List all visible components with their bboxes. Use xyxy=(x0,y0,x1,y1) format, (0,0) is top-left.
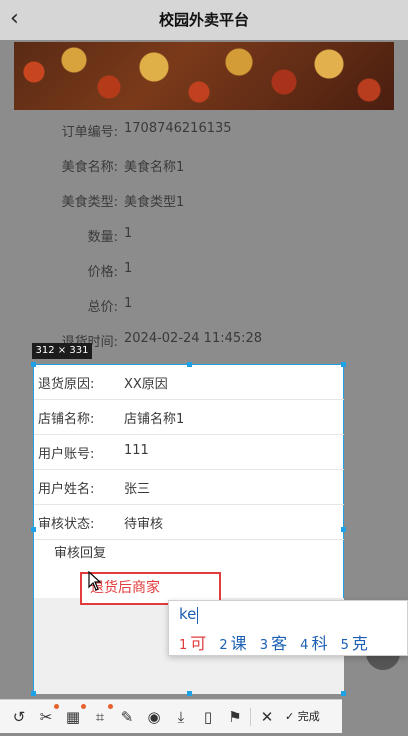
field-value: 美食类型1 xyxy=(124,195,185,210)
resize-handle[interactable] xyxy=(31,691,36,696)
detail-row: 美食名称: 美食名称1 xyxy=(14,148,394,183)
ime-candidates: 1可 2课 3客 4科 5克 xyxy=(179,630,376,654)
field-label: 总价: xyxy=(87,300,118,315)
field-label: 店铺名称: xyxy=(38,412,95,427)
field-value: 1 xyxy=(124,296,133,311)
field-value: 待审核 xyxy=(124,517,164,532)
detail-row: 总价: 1 xyxy=(14,288,394,323)
field-label: 美食名称: xyxy=(61,160,118,175)
food-image xyxy=(14,42,394,110)
detail-row: 美食类型: 美食类型1 xyxy=(14,183,394,218)
field-value: 店铺名称1 xyxy=(124,412,185,427)
bookmark-icon[interactable]: ⚑ xyxy=(224,706,246,728)
field-label: 用户账号: xyxy=(38,447,95,462)
field-value: 2024-02-24 11:45:28 xyxy=(124,331,263,346)
crop-icon[interactable]: ⌗ xyxy=(89,704,113,728)
nav-bar: ‹ 校园外卖平台 xyxy=(0,0,408,40)
toolbar-divider xyxy=(250,708,251,726)
ime-candidate[interactable]: 5克 xyxy=(341,630,368,654)
ocr-icon[interactable]: ▦ xyxy=(62,704,86,728)
field-value: XX原因 xyxy=(124,377,168,392)
resize-handle[interactable] xyxy=(341,691,346,696)
detail-row: 用户姓名: 张三 xyxy=(34,470,344,505)
field-label: 数量: xyxy=(87,230,118,245)
ime-candidate[interactable]: 1可 xyxy=(179,630,206,654)
download-icon[interactable]: ⤓ xyxy=(170,706,192,728)
field-value: 111 xyxy=(124,443,149,458)
review-reply-label: 审核回复 xyxy=(54,546,107,561)
detail-row: 价格: 1 xyxy=(14,253,394,288)
selection-size-label: 312 × 331 xyxy=(32,343,92,359)
field-label: 审核状态: xyxy=(38,517,95,532)
detail-row: 退货原因: XX原因 xyxy=(34,365,344,400)
done-button[interactable]: ✓ 完成 xyxy=(285,706,320,728)
text-caret xyxy=(197,607,198,624)
ime-candidate[interactable]: 2课 xyxy=(219,630,246,654)
close-icon[interactable]: ✕ xyxy=(256,706,278,728)
detail-row: 数量: 1 xyxy=(14,218,394,253)
page-title: 校园外卖平台 xyxy=(158,11,249,29)
resize-handle[interactable] xyxy=(341,362,346,367)
detail-row: 店铺名称: 店铺名称1 xyxy=(34,400,344,435)
phone-icon[interactable]: ▯ xyxy=(197,706,219,728)
record-icon[interactable]: ◉ xyxy=(143,706,165,728)
field-value: 1 xyxy=(124,226,133,241)
ime-candidate[interactable]: 3客 xyxy=(260,630,287,654)
scissors-icon[interactable]: ✂ xyxy=(35,704,59,728)
check-icon: ✓ xyxy=(285,710,295,723)
ime-composition: ke xyxy=(179,605,197,623)
field-value: 1708746216135 xyxy=(124,121,232,136)
resize-handle[interactable] xyxy=(187,362,192,367)
field-value: 张三 xyxy=(124,482,151,497)
ime-candidate-window: ke 1可 2课 3客 4科 5克 xyxy=(168,600,408,656)
ime-candidate[interactable]: 4科 xyxy=(300,630,327,654)
resize-handle[interactable] xyxy=(31,527,36,532)
resize-handle[interactable] xyxy=(187,691,192,696)
resize-handle[interactable] xyxy=(341,527,346,532)
detail-row: 用户账号: 111 xyxy=(34,435,344,470)
mouse-cursor-icon xyxy=(88,571,102,591)
detail-row: 审核状态: 待审核 xyxy=(34,505,344,540)
resize-handle[interactable] xyxy=(31,362,36,367)
field-label: 用户姓名: xyxy=(38,482,95,497)
capture-toolbar: ↺ ✂ ▦ ⌗ ✎ ◉ ⤓ ▯ ⚑ ✕ ✓ 完成 xyxy=(0,699,342,733)
field-label: 订单编号: xyxy=(61,125,118,140)
field-value: 美食名称1 xyxy=(124,160,185,175)
pin-icon[interactable]: ✎ xyxy=(116,706,138,728)
field-label: 价格: xyxy=(87,265,118,280)
field-label: 美食类型: xyxy=(61,195,118,210)
undo-icon[interactable]: ↺ xyxy=(8,706,30,728)
detail-row: 订单编号: 1708746216135 xyxy=(14,113,394,148)
field-value: 1 xyxy=(124,261,133,276)
field-label: 退货原因: xyxy=(38,377,95,392)
